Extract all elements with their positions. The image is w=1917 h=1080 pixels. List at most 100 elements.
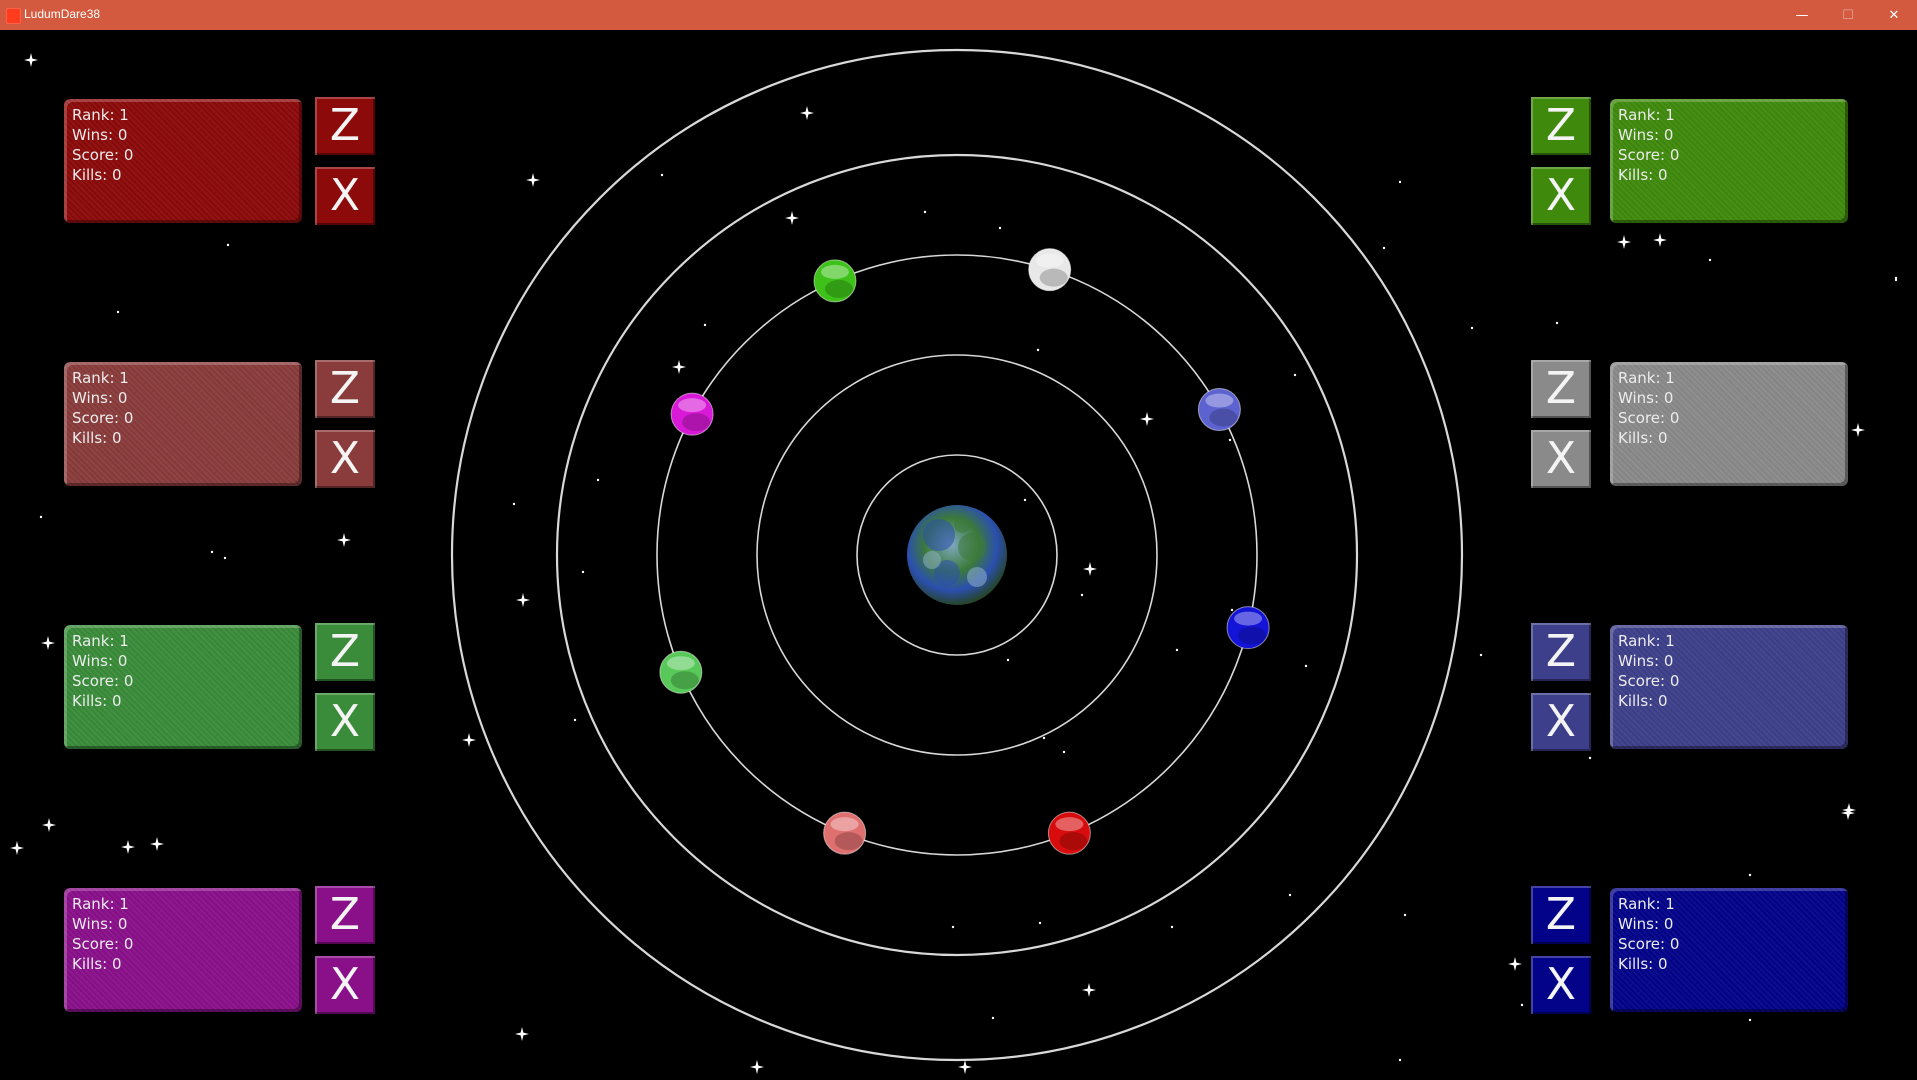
star-dot (210, 550, 214, 554)
star-dot (1588, 756, 1592, 760)
star-dot (1403, 913, 1407, 917)
x-key-button[interactable]: X (315, 956, 375, 1014)
star-sparkle (462, 733, 476, 747)
star-dot (1062, 750, 1066, 754)
star-dot (1894, 276, 1898, 280)
z-key-button[interactable]: Z (1531, 886, 1591, 944)
star-dot (223, 556, 227, 560)
star-sparkle (800, 106, 814, 120)
star-dot (991, 1016, 995, 1020)
star-dot (1170, 925, 1174, 929)
player-kills: Kills: 0 (1618, 955, 1668, 973)
star-dot (1382, 246, 1386, 250)
z-key-button[interactable]: Z (1531, 623, 1591, 681)
star-dot (39, 515, 43, 519)
x-key-button[interactable]: X (1531, 693, 1591, 751)
star-sparkle (672, 360, 686, 374)
player-kills: Kills: 0 (72, 429, 122, 447)
x-key-button[interactable]: X (1531, 430, 1591, 488)
star-sparkle (526, 173, 540, 187)
player-rank: Rank: 1 (72, 106, 129, 124)
maximize-button[interactable]: ☐ (1825, 0, 1871, 30)
player-rank: Rank: 1 (1618, 632, 1675, 650)
close-button[interactable]: ✕ (1871, 0, 1917, 30)
star-sparkle (337, 533, 351, 547)
star-dot (1555, 321, 1559, 325)
star-dot (1708, 258, 1712, 262)
player-score: Score: 0 (72, 409, 134, 427)
player-rank: Rank: 1 (1618, 895, 1675, 913)
minimize-button[interactable]: — (1779, 0, 1825, 30)
player-wins: Wins: 0 (1618, 389, 1674, 407)
z-key-button[interactable]: Z (1531, 360, 1591, 418)
star-dot (226, 243, 230, 247)
player-panel-lime: Rank: 1 Wins: 0 Score: 0 Kills: 0 (64, 625, 302, 749)
title-bar: LudumDare38 — ☐ ✕ (0, 0, 1917, 30)
player-rank: Rank: 1 (72, 632, 129, 650)
player-kills: Kills: 0 (1618, 429, 1668, 447)
star-dot (1042, 736, 1046, 740)
star-sparkle (10, 841, 24, 855)
z-key-button[interactable]: Z (315, 360, 375, 418)
star-sparkle (515, 1027, 529, 1041)
star-sparkle (1508, 957, 1522, 971)
star-sparkle (785, 211, 799, 225)
world-cloud (923, 519, 955, 551)
star-dot (1080, 593, 1084, 597)
star-sparkle (1082, 983, 1096, 997)
z-key-button[interactable]: Z (315, 623, 375, 681)
star-dot (1228, 438, 1232, 442)
window-title: LudumDare38 (24, 7, 101, 21)
player-wins: Wins: 0 (72, 389, 128, 407)
player-rank: Rank: 1 (72, 895, 129, 913)
star-dot (660, 173, 664, 177)
x-key-button[interactable]: X (1531, 956, 1591, 1014)
player-score: Score: 0 (1618, 146, 1680, 164)
star-sparkle (150, 837, 164, 851)
player-kills: Kills: 0 (1618, 692, 1668, 710)
player-kills: Kills: 0 (72, 692, 122, 710)
star-sparkle (516, 593, 530, 607)
player-planet (813, 259, 857, 303)
world-cloud (923, 551, 941, 569)
player-planet (823, 811, 867, 855)
player-panel-red: Rank: 1 Wins: 0 Score: 0 Kills: 0 (64, 99, 302, 223)
star-dot (1175, 648, 1179, 652)
star-sparkle (41, 636, 55, 650)
player-planet (1047, 811, 1091, 855)
star-sparkle (42, 818, 56, 832)
player-planet (670, 392, 714, 436)
player-kills: Kills: 0 (72, 955, 122, 973)
player-wins: Wins: 0 (72, 652, 128, 670)
star-sparkle (1083, 562, 1097, 576)
star-sparkle (1617, 235, 1631, 249)
star-dot (703, 323, 707, 327)
star-sparkle (958, 1060, 972, 1074)
x-key-button[interactable]: X (315, 167, 375, 225)
player-panel-blue: Rank: 1 Wins: 0 Score: 0 Kills: 0 (1610, 888, 1848, 1012)
player-planet (1197, 388, 1241, 432)
star-sparkle (1841, 806, 1855, 820)
x-key-button[interactable]: X (315, 430, 375, 488)
player-rank: Rank: 1 (1618, 369, 1675, 387)
player-wins: Wins: 0 (1618, 915, 1674, 933)
star-dot (1748, 1018, 1752, 1022)
z-key-button[interactable]: Z (315, 97, 375, 155)
game-area: Rank: 1 Wins: 0 Score: 0 Kills: 0 Z X Ra… (0, 30, 1917, 1080)
player-planet (659, 650, 703, 694)
x-key-button[interactable]: X (315, 693, 375, 751)
star-dot (998, 226, 1002, 230)
world-cloud (954, 517, 970, 533)
z-key-button[interactable]: Z (1531, 97, 1591, 155)
star-dot (512, 502, 516, 506)
star-dot (1398, 1058, 1402, 1062)
player-score: Score: 0 (1618, 935, 1680, 953)
star-sparkle (1653, 233, 1667, 247)
z-key-button[interactable]: Z (315, 886, 375, 944)
star-dot (923, 210, 927, 214)
star-dot (1038, 921, 1042, 925)
player-panel-magenta: Rank: 1 Wins: 0 Score: 0 Kills: 0 (64, 888, 302, 1012)
x-key-button[interactable]: X (1531, 167, 1591, 225)
player-wins: Wins: 0 (1618, 652, 1674, 670)
player-kills: Kills: 0 (72, 166, 122, 184)
